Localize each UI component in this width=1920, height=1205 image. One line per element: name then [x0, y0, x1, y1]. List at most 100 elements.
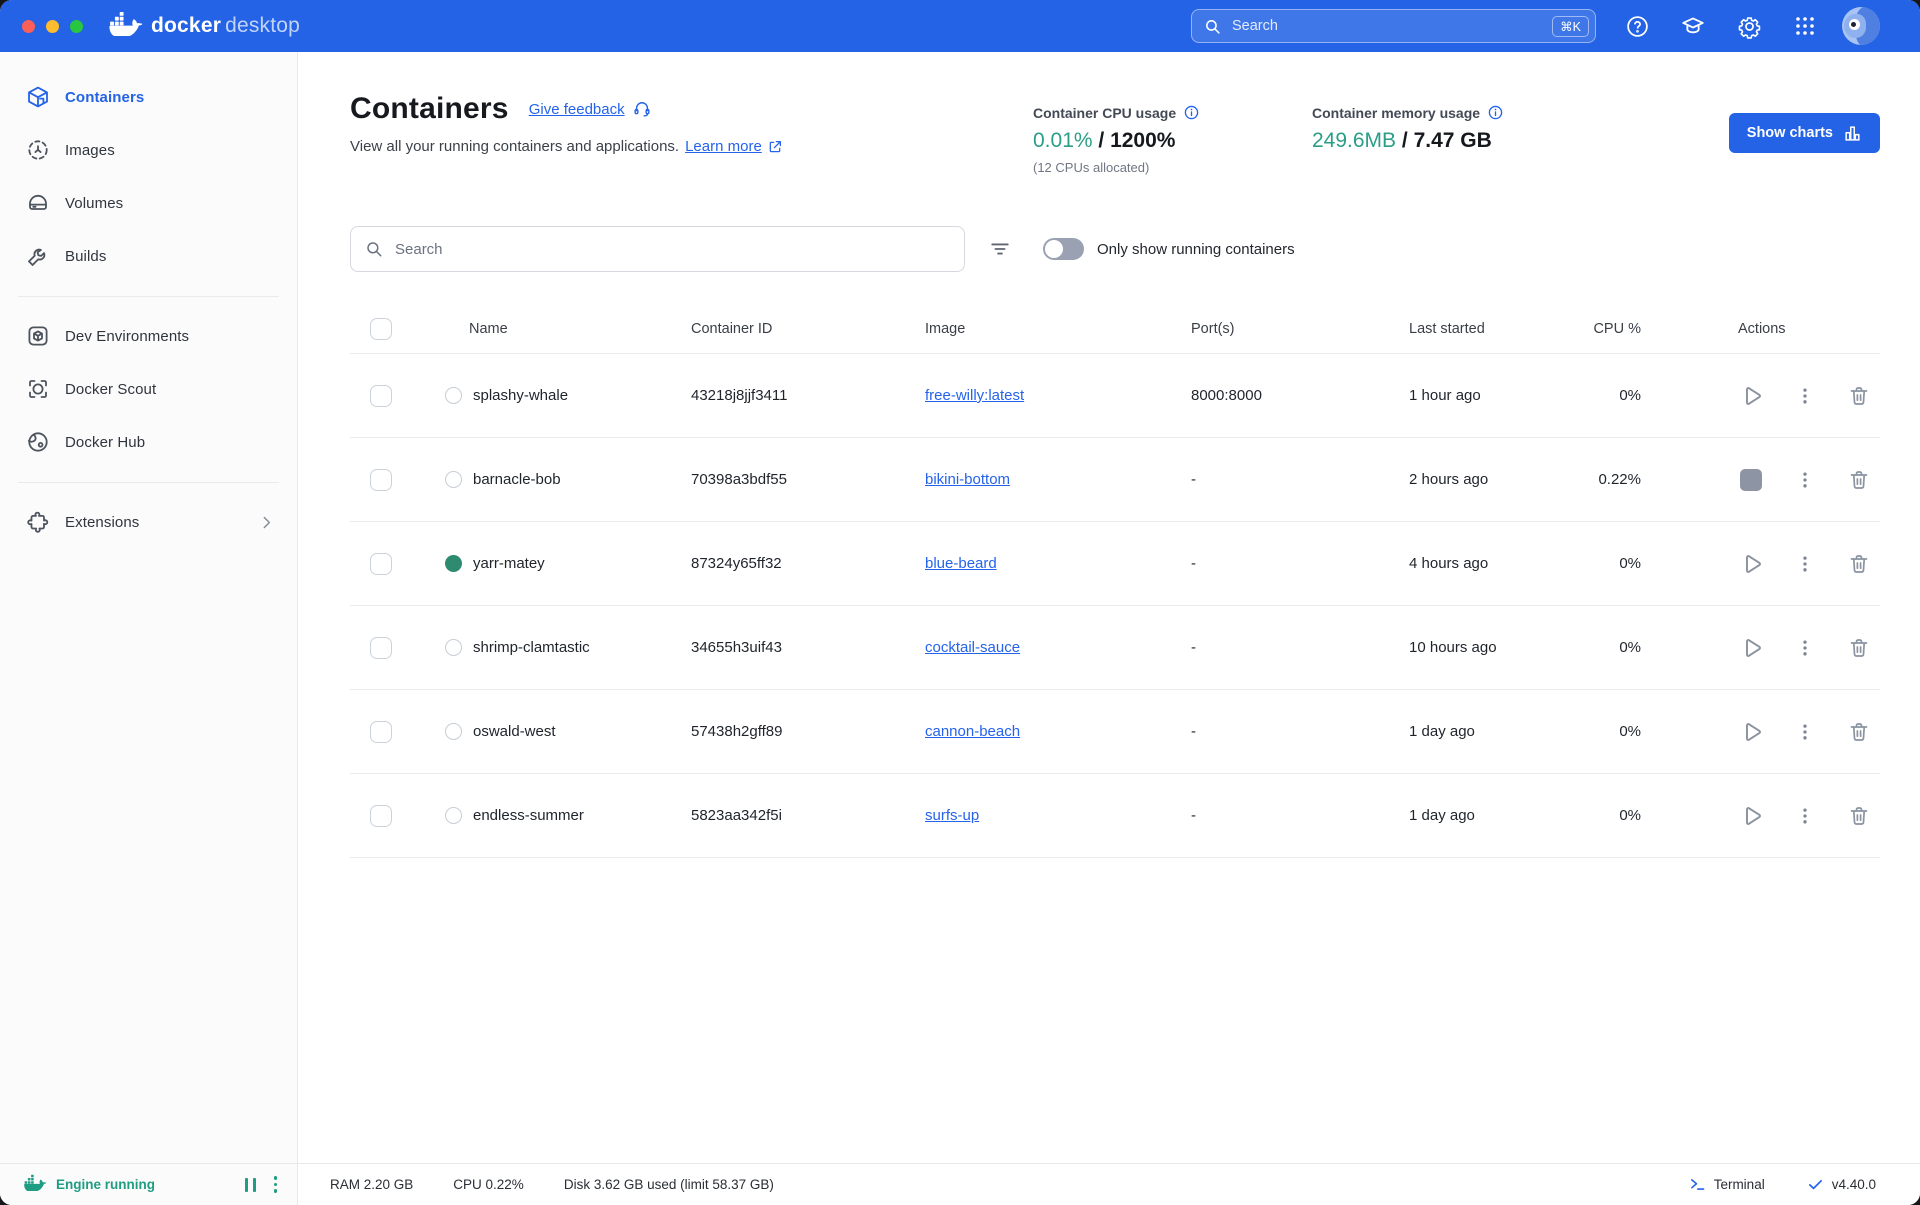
sidebar-item-images[interactable]: Images — [0, 125, 297, 175]
table-body: splashy-whale 43218j8jjf3411 free-willy:… — [350, 354, 1880, 858]
row-checkbox[interactable] — [370, 384, 392, 407]
apps-grid-icon[interactable] — [1792, 13, 1818, 39]
row-checkbox[interactable] — [370, 468, 392, 491]
status-bar: Engine running RAM 2.20 GB CPU 0.22% Dis… — [0, 1163, 1920, 1205]
filter-icon[interactable] — [989, 238, 1011, 260]
show-charts-button[interactable]: Show charts — [1728, 113, 1880, 153]
last-started: 2 hours ago — [1409, 471, 1489, 488]
global-search[interactable]: ⌘K — [1191, 9, 1596, 43]
volumes-icon — [26, 191, 50, 215]
image-link[interactable]: surfs-up — [925, 807, 979, 824]
sidebar-item-builds[interactable]: Builds — [0, 231, 297, 281]
close-window-button[interactable] — [22, 19, 35, 33]
containers-table: Name Container ID Image Port(s) Last sta… — [350, 304, 1880, 858]
minimize-window-button[interactable] — [46, 19, 59, 33]
cpu-percent: 0% — [1619, 387, 1641, 404]
container-status-dot — [445, 471, 462, 488]
container-status-dot — [445, 807, 462, 824]
column-container-id[interactable]: Container ID — [691, 321, 925, 337]
docker-scout-icon — [26, 377, 50, 401]
builds-icon — [26, 244, 50, 268]
page-title: Containers — [350, 92, 509, 125]
terminal-icon — [1690, 1179, 1705, 1190]
row-menu-button[interactable] — [1792, 635, 1818, 661]
image-link[interactable]: cannon-beach — [925, 723, 1020, 740]
cpu-percent: 0% — [1619, 723, 1641, 740]
docker-brand: docker desktop — [109, 11, 300, 41]
learning-center-icon[interactable] — [1680, 13, 1706, 39]
row-checkbox[interactable] — [370, 720, 392, 743]
sidebar-item-docker-scout[interactable]: Docker Scout — [0, 364, 297, 414]
delete-container-button[interactable] — [1846, 383, 1872, 409]
image-link[interactable]: bikini-bottom — [925, 471, 1010, 488]
sidebar-item-containers[interactable]: Containers — [0, 72, 297, 122]
cpu-percent: 0.22% — [1598, 471, 1641, 488]
settings-gear-icon[interactable] — [1736, 13, 1762, 39]
help-icon[interactable] — [1624, 13, 1650, 39]
user-avatar[interactable] — [1842, 7, 1880, 45]
column-cpu[interactable]: CPU % — [1571, 321, 1663, 337]
delete-container-button[interactable] — [1846, 551, 1872, 577]
engine-status: Engine running — [0, 1164, 298, 1205]
learn-more-link[interactable]: Learn more — [685, 138, 783, 155]
give-feedback-link[interactable]: Give feedback — [529, 99, 652, 119]
start-container-button[interactable] — [1738, 719, 1764, 745]
table-row: barnacle-bob 70398a3bdf55 bikini-bottom … — [350, 438, 1880, 522]
start-container-button[interactable] — [1738, 635, 1764, 661]
info-icon[interactable] — [1487, 104, 1504, 121]
delete-container-button[interactable] — [1846, 467, 1872, 493]
image-link[interactable]: cocktail-sauce — [925, 639, 1020, 656]
engine-menu-button[interactable] — [273, 1176, 277, 1193]
row-checkbox[interactable] — [370, 804, 392, 827]
select-all-checkbox[interactable] — [370, 317, 392, 340]
delete-container-button[interactable] — [1846, 803, 1872, 829]
sidebar-item-volumes[interactable]: Volumes — [0, 178, 297, 228]
row-menu-button[interactable] — [1792, 551, 1818, 577]
info-icon[interactable] — [1183, 104, 1200, 121]
global-search-input[interactable] — [1230, 17, 1553, 35]
sidebar-divider — [18, 482, 279, 483]
column-ports[interactable]: Port(s) — [1191, 321, 1409, 337]
stop-container-button[interactable] — [1738, 467, 1764, 493]
docker-hub-icon — [26, 430, 50, 454]
table-row: shrimp-clamtastic 34655h3uif43 cocktail-… — [350, 606, 1880, 690]
sidebar-item-extensions[interactable]: Extensions — [0, 497, 297, 547]
cpu-percent: 0% — [1619, 555, 1641, 572]
terminal-button[interactable]: Terminal — [1689, 1176, 1765, 1193]
row-checkbox[interactable] — [370, 552, 392, 575]
column-last-started[interactable]: Last started — [1409, 321, 1571, 337]
container-name: shrimp-clamtastic — [473, 639, 590, 656]
last-started: 1 hour ago — [1409, 387, 1481, 404]
container-search[interactable] — [350, 226, 965, 272]
dev-environments-icon — [26, 324, 50, 348]
headset-icon — [634, 102, 650, 117]
container-search-input[interactable] — [393, 239, 950, 259]
row-menu-button[interactable] — [1792, 467, 1818, 493]
last-started: 1 day ago — [1409, 807, 1475, 824]
running-only-toggle[interactable] — [1043, 238, 1084, 260]
sidebar-item-label: Docker Hub — [65, 433, 146, 451]
row-menu-button[interactable] — [1792, 719, 1818, 745]
row-menu-button[interactable] — [1792, 803, 1818, 829]
column-name[interactable]: Name — [445, 321, 691, 337]
zoom-window-button[interactable] — [70, 19, 83, 33]
sidebar-item-docker-hub[interactable]: Docker Hub — [0, 417, 297, 467]
column-image[interactable]: Image — [925, 321, 1191, 337]
delete-container-button[interactable] — [1846, 719, 1872, 745]
start-container-button[interactable] — [1738, 803, 1764, 829]
pause-engine-button[interactable] — [244, 1177, 256, 1192]
extensions-icon — [26, 510, 50, 534]
sidebar-item-dev-environments[interactable]: Dev Environments — [0, 311, 297, 361]
engine-status-label: Engine running — [56, 1177, 155, 1192]
cpu-percent: 0% — [1619, 807, 1641, 824]
image-link[interactable]: free-willy:latest — [925, 387, 1024, 404]
container-status-dot — [445, 639, 462, 656]
image-link[interactable]: blue-beard — [925, 555, 997, 572]
row-menu-button[interactable] — [1792, 383, 1818, 409]
container-status-dot — [445, 723, 462, 740]
row-checkbox[interactable] — [370, 636, 392, 659]
delete-container-button[interactable] — [1846, 635, 1872, 661]
start-container-button[interactable] — [1738, 383, 1764, 409]
version-status[interactable]: v4.40.0 — [1807, 1176, 1876, 1193]
start-container-button[interactable] — [1738, 551, 1764, 577]
